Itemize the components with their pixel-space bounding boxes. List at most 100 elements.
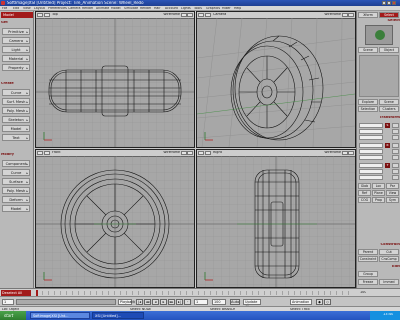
viewport-menu-button[interactable]: [198, 13, 204, 17]
menu-item-preferences[interactable]: Preferences: [48, 7, 67, 10]
explore-scene-button[interactable]: Scene: [379, 99, 399, 105]
modify-deform-button[interactable]: Deform ▸: [2, 196, 30, 203]
create-poly-mesh-button[interactable]: Poly. Mesh ▸: [2, 107, 30, 114]
menu-item-render-2[interactable]: Render: [140, 7, 151, 10]
range-slider[interactable]: [16, 299, 116, 305]
viewport-canvas[interactable]: [36, 18, 194, 147]
viewport-front[interactable]: Front Wireframe: [35, 149, 195, 288]
rotate-field[interactable]: [359, 143, 383, 148]
menu-item-tools[interactable]: Tools: [194, 7, 202, 10]
menu-item-graphics[interactable]: Graphics: [206, 7, 220, 10]
menu-item-layout[interactable]: Layout: [34, 7, 45, 10]
viewport-name[interactable]: Front: [52, 151, 61, 154]
select-tool-icon[interactable]: [365, 25, 393, 45]
menu-item-camera[interactable]: Camera: [68, 7, 81, 10]
menu-item-view[interactable]: View: [23, 7, 31, 10]
menu-item-account[interactable]: Account: [165, 7, 178, 10]
translate-toggle[interactable]: [392, 163, 399, 168]
minimize-button[interactable]: [382, 1, 386, 5]
menu-item-file[interactable]: File: [2, 7, 7, 10]
viewport-canvas[interactable]: [36, 156, 194, 287]
prop-button[interactable]: Prop: [372, 197, 385, 203]
animation-field[interactable]: Animation: [290, 299, 312, 305]
cog-button[interactable]: COG: [358, 197, 371, 203]
translate-field-3[interactable]: [359, 175, 383, 180]
constraint-button[interactable]: Constraint: [358, 256, 378, 262]
get-light-button[interactable]: Light ▸: [2, 46, 30, 53]
viewport-camera-button[interactable]: [205, 13, 211, 17]
viewport-name[interactable]: Camera: [213, 13, 226, 16]
end-frame-field[interactable]: 100: [212, 299, 226, 305]
translate-field[interactable]: [359, 163, 383, 168]
scale-toggle-3[interactable]: [392, 135, 399, 140]
viewport-camera-button[interactable]: [44, 13, 50, 17]
viewport-menu-button[interactable]: [198, 151, 204, 155]
scale-toggle[interactable]: [392, 123, 399, 128]
get-primitive-button[interactable]: Primitive ▸: [2, 28, 30, 35]
menu-item-help[interactable]: Help: [234, 7, 241, 10]
translate-label[interactable]: T: [385, 163, 390, 168]
modify-curve-button[interactable]: Curve ▸: [2, 169, 30, 176]
last-frame-button[interactable]: ▸|: [176, 299, 183, 305]
rotate-toggle-3[interactable]: [392, 155, 399, 160]
close-button[interactable]: [392, 1, 396, 5]
timeline[interactable]: Deselect All 100: [0, 288, 400, 296]
start-frame-field[interactable]: 1: [2, 299, 14, 305]
modify-poly-mesh-button[interactable]: Poly. Mesh ▸: [2, 187, 30, 194]
menu-item-edit[interactable]: Edit: [13, 7, 19, 10]
rotate-toggle-2[interactable]: [392, 149, 399, 154]
menu-item-model[interactable]: Model: [111, 7, 121, 10]
viewport-display-mode[interactable]: Wireframe: [324, 13, 341, 16]
key-options-button[interactable]: ◇: [324, 299, 331, 305]
viewport-name[interactable]: Top: [52, 13, 58, 16]
modify-model-button[interactable]: Model ▸: [2, 205, 30, 212]
par-button[interactable]: Par: [386, 183, 399, 189]
viewport-options-button[interactable]: [187, 151, 193, 155]
scale-field-3[interactable]: [359, 135, 383, 140]
scale-toggle-2[interactable]: [392, 129, 399, 134]
prev-key-button[interactable]: ◂◂: [144, 299, 151, 305]
taskbar-item-xsi[interactable]: XSI [Untitled]...: [92, 312, 144, 319]
first-frame-button[interactable]: |◂: [136, 299, 143, 305]
translate-field-2[interactable]: [359, 169, 383, 174]
viewport-options-button[interactable]: [348, 151, 354, 155]
update-all-field[interactable]: Update All: [243, 299, 261, 309]
maximize-button[interactable]: [387, 1, 391, 5]
glob-button[interactable]: Glob: [358, 183, 371, 189]
mode-selector[interactable]: Model: [1, 12, 33, 18]
menu-item-lights[interactable]: Lights: [181, 7, 191, 10]
menu-item-animate[interactable]: Animate: [96, 7, 109, 10]
viewport-menu-button[interactable]: [37, 13, 43, 17]
menu-item-hair[interactable]: Hair: [154, 7, 161, 10]
viewport-display-mode[interactable]: Wireframe: [163, 151, 180, 154]
create-curve-button[interactable]: Curve ▸: [2, 89, 30, 96]
create-text-button[interactable]: Text ▸: [2, 134, 30, 141]
ref-button[interactable]: Ref: [358, 190, 371, 196]
view-button[interactable]: View: [386, 190, 399, 196]
rotate-field-2[interactable]: [359, 149, 383, 154]
tab-xform[interactable]: Xform: [358, 12, 378, 18]
loop-button[interactable]: ◦: [184, 299, 191, 305]
start-button[interactable]: start: [0, 311, 26, 320]
loc-button[interactable]: Loc: [372, 183, 385, 189]
viewport-display-mode[interactable]: Wireframe: [324, 151, 341, 154]
parent-button[interactable]: Parent: [358, 249, 378, 255]
plane-button[interactable]: Plane: [372, 190, 385, 196]
menu-item-simulate[interactable]: Simulate: [124, 7, 138, 10]
create-model-button[interactable]: Model ▸: [2, 125, 30, 132]
next-frame-button[interactable]: ▸▸: [168, 299, 175, 305]
viewport-camera-button[interactable]: [44, 151, 50, 155]
freeze-button[interactable]: Freeze: [358, 279, 378, 285]
get-camera-button[interactable]: Camera ▸: [2, 37, 30, 44]
translate-toggle-3[interactable]: [392, 175, 399, 180]
object-button[interactable]: Object: [379, 47, 399, 53]
rotate-toggle[interactable]: [392, 143, 399, 148]
create-surf-mesh-button[interactable]: Surf. Mesh ▸: [2, 98, 30, 105]
key-button[interactable]: ◆: [316, 299, 323, 305]
tab-select[interactable]: Select: [379, 12, 399, 18]
current-frame-field[interactable]: 1: [194, 299, 208, 305]
scale-field-2[interactable]: [359, 129, 383, 134]
menu-item-render[interactable]: Render: [82, 7, 93, 10]
viewport-options-button[interactable]: [187, 13, 193, 17]
menu-item-mixer[interactable]: Mixer: [222, 7, 231, 10]
